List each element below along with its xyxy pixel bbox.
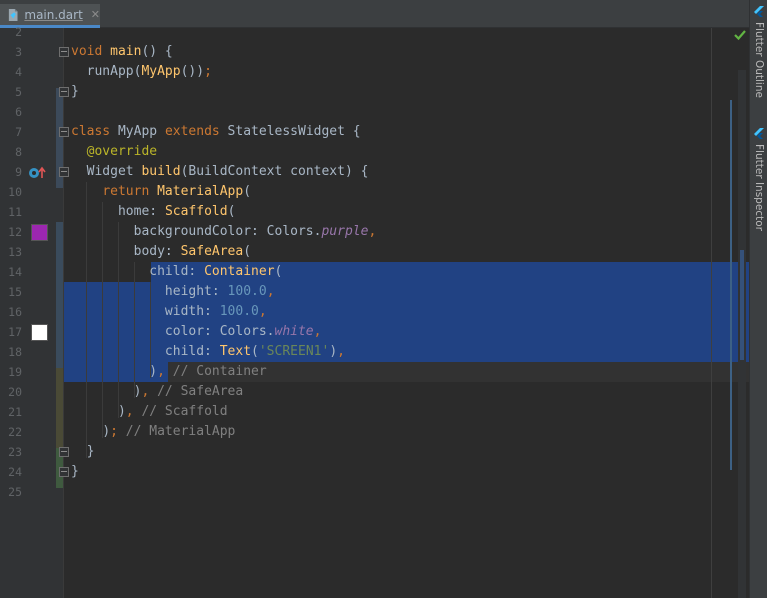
code-line-22: ); // MaterialApp <box>102 424 236 439</box>
line-number: 7 <box>15 125 22 139</box>
override-method-icon[interactable] <box>28 166 48 180</box>
code-line-19: ), // Container <box>149 364 267 379</box>
line-number: 11 <box>8 205 22 219</box>
no-problems-check-icon[interactable] <box>733 28 747 42</box>
flutter-inspector-label: Flutter Inspector <box>753 144 765 231</box>
code-line-14: child: Container( <box>149 264 283 279</box>
code-line-12: backgroundColor: Colors.purple, <box>133 224 377 239</box>
flutter-outline-tab[interactable]: Flutter Outline <box>750 6 767 98</box>
dart-file-icon <box>8 8 18 21</box>
right-margin-guide <box>711 28 712 598</box>
line-number: 5 <box>15 85 22 99</box>
line-number: 15 <box>8 285 22 299</box>
line-number: 25 <box>8 485 22 499</box>
line-number: 13 <box>8 245 22 259</box>
line-number: 8 <box>15 145 22 159</box>
line-number: 21 <box>8 405 22 419</box>
color-swatch-white[interactable] <box>31 324 48 341</box>
code-line-20: ), // SafeArea <box>133 384 244 399</box>
editor-tab-bar: main.dart ✕ <box>0 0 749 28</box>
line-number: 9 <box>15 165 22 179</box>
line-number: 20 <box>8 385 22 399</box>
line-number: 19 <box>8 365 22 379</box>
line-number: 17 <box>8 325 22 339</box>
line-number: 10 <box>8 185 22 199</box>
code-line-16: width: 100.0, <box>164 304 267 319</box>
code-line-5: } <box>71 84 79 99</box>
code-line-23: } <box>86 444 95 459</box>
line-number: 3 <box>15 45 22 59</box>
code-line-8: @override <box>86 144 158 159</box>
code-editor[interactable]: void main() { runApp(MyApp()); } class M… <box>64 28 749 598</box>
code-line-11: home: Scaffold( <box>117 204 236 219</box>
line-number: 6 <box>15 105 22 119</box>
flutter-outline-label: Flutter Outline <box>753 22 765 98</box>
flutter-icon <box>754 6 764 17</box>
scrollbar-change-marker <box>730 100 732 470</box>
line-number: 18 <box>8 345 22 359</box>
code-line-17: color: Colors.white, <box>164 324 322 339</box>
code-line-7: class MyApp extends StatelessWidget { <box>71 124 361 139</box>
line-number: 24 <box>8 465 22 479</box>
code-line-24: } <box>71 464 79 479</box>
right-tool-strip: Flutter Outline Flutter Inspector <box>749 0 767 598</box>
tab-label: main.dart <box>24 7 83 22</box>
line-number: 14 <box>8 265 22 279</box>
scrollbar-selection-marker <box>740 250 744 360</box>
code-line-3: void main() { <box>71 44 173 59</box>
close-icon[interactable]: ✕ <box>91 8 100 21</box>
line-number: 12 <box>8 225 22 239</box>
line-number: 22 <box>8 425 22 439</box>
code-line-18: child: Text('SCREEN1'), <box>164 344 345 359</box>
color-swatch-purple[interactable] <box>31 224 48 241</box>
line-number: 16 <box>8 305 22 319</box>
code-line-21: ), // Scaffold <box>117 404 228 419</box>
line-number: 23 <box>8 445 22 459</box>
code-line-15: height: 100.0, <box>164 284 275 299</box>
flutter-icon <box>754 128 764 139</box>
code-line-13: body: SafeArea( <box>133 244 252 259</box>
line-number: 4 <box>15 65 22 79</box>
code-line-4: runApp(MyApp()); <box>86 64 212 79</box>
line-number: 2 <box>15 25 22 39</box>
code-line-10: return MaterialApp( <box>102 184 252 199</box>
flutter-inspector-tab[interactable]: Flutter Inspector <box>750 128 767 231</box>
code-line-9: Widget build(BuildContext context) { <box>86 164 369 179</box>
